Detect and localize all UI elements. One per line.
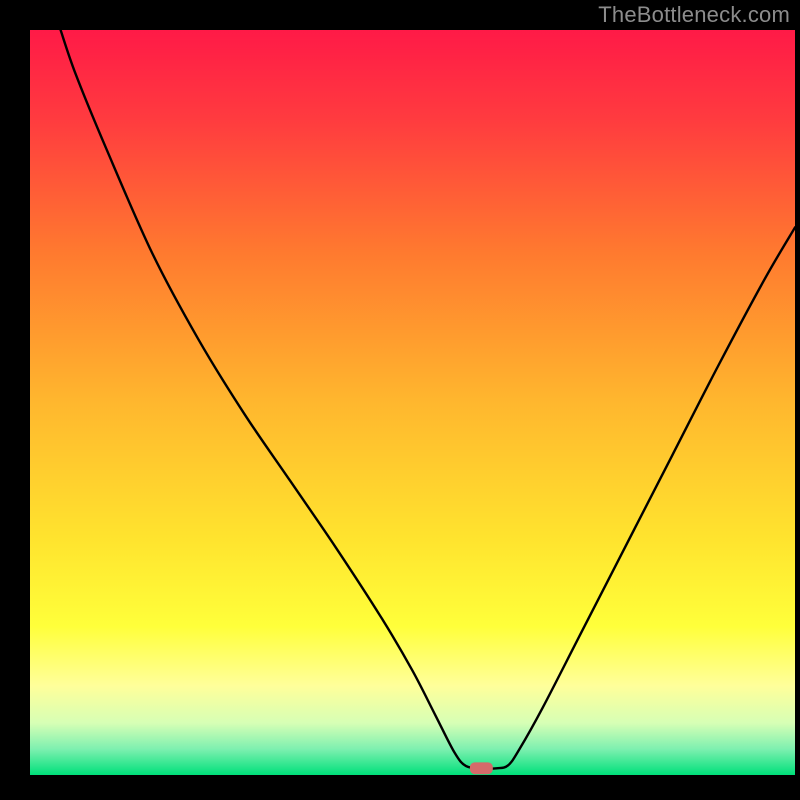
current-position-marker [470,762,493,774]
chart-container: { "watermark": "TheBottleneck.com", "cha… [0,0,800,800]
plot-background [30,30,795,775]
watermark-text: TheBottleneck.com [598,2,790,28]
bottleneck-chart [0,0,800,800]
